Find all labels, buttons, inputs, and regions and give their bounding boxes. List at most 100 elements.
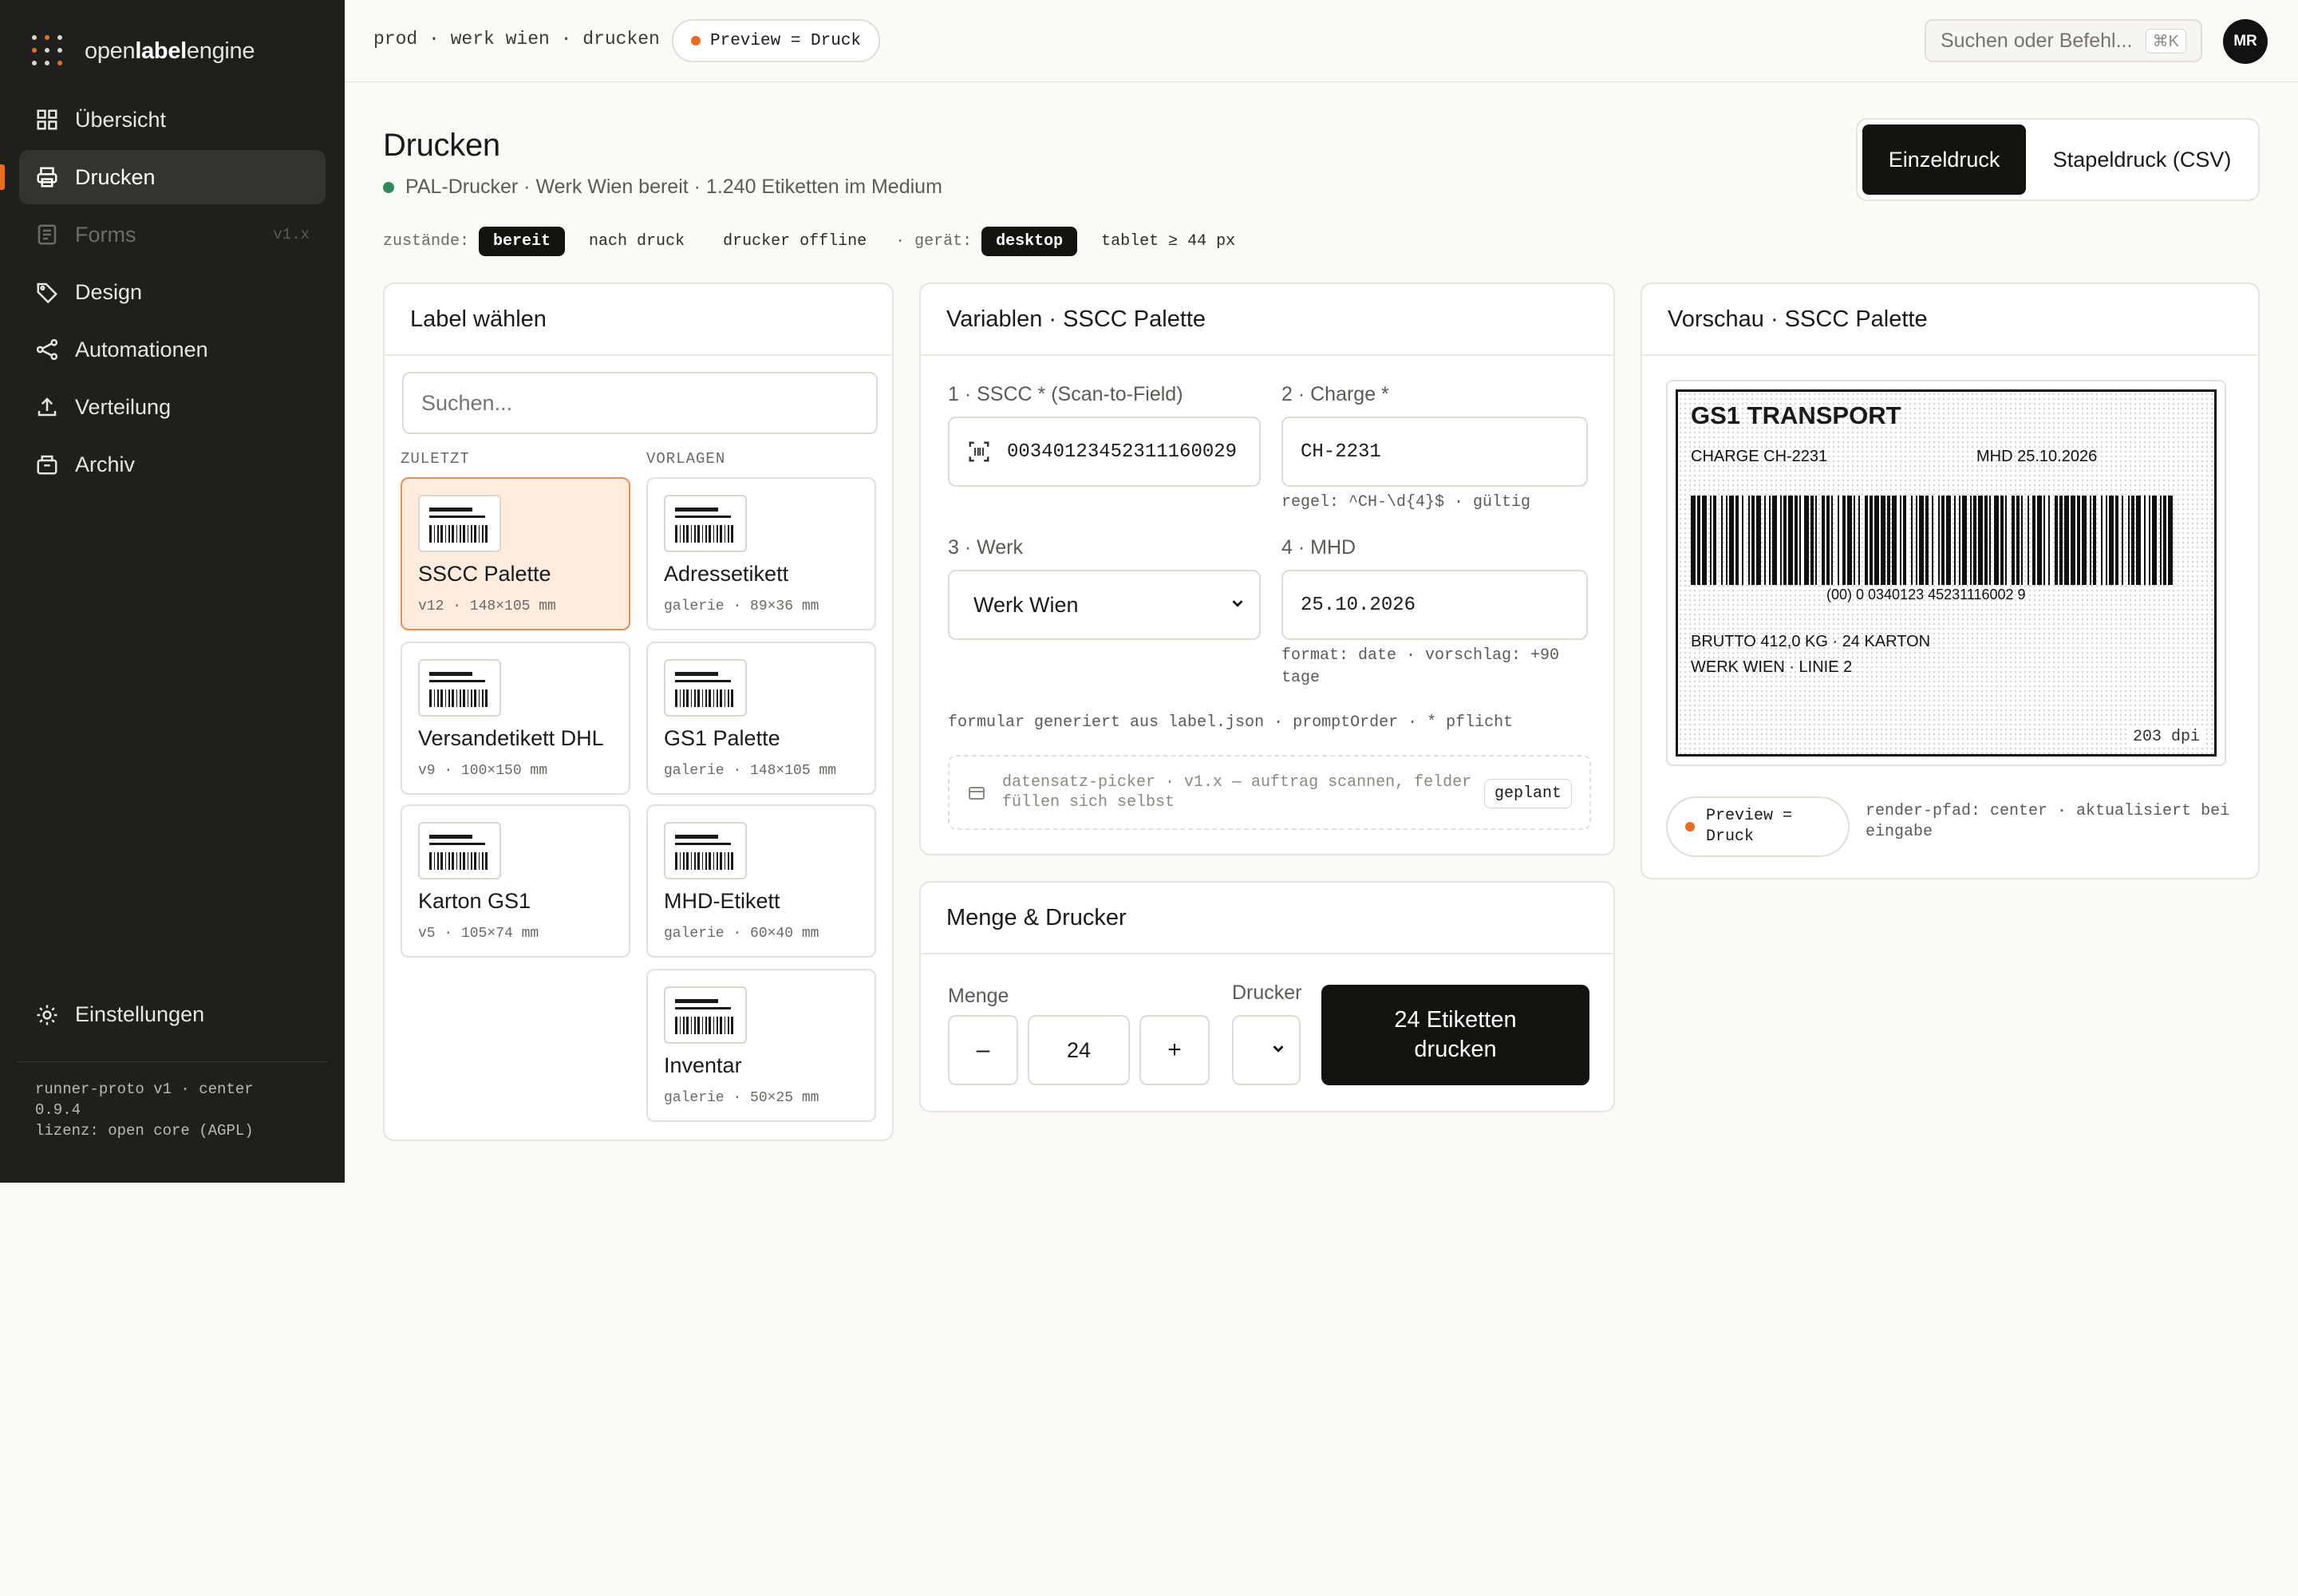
werk-value: Werk Wien [973, 592, 1079, 617]
sscc-value: 00340123452311160029 [1007, 440, 1238, 463]
label-search-input[interactable]: Suchen... [402, 372, 878, 434]
label-heading: GS1 TRANSPORT [1691, 401, 1901, 429]
archive-icon [35, 452, 59, 476]
device-tablet[interactable]: tablet ≥ 44 px [1087, 227, 1250, 256]
version-tag: v1.x [273, 226, 310, 243]
search-placeholder: Suchen... [421, 390, 513, 415]
state-nach-druck[interactable]: nach druck [574, 227, 699, 256]
settings-label: Einstellungen [75, 1002, 205, 1026]
avatar[interactable]: MR [2223, 19, 2268, 64]
label-meta: galerie · 148×105 mm [664, 763, 837, 779]
sidebar-item-archiv[interactable]: Archiv [19, 437, 326, 492]
mhd-hint: format: date · vorschlag: +90 tage [1281, 646, 1560, 687]
label-name: GS1 Palette [664, 726, 780, 750]
mhd-input[interactable]: 25.10.2026 [1281, 570, 1588, 640]
state-drucker-offline[interactable]: drucker offline [709, 227, 881, 256]
label-meta: galerie · 50×25 mm [664, 1090, 819, 1106]
label-name: Inventar [664, 1053, 742, 1077]
quantity-printer-card: Menge & Drucker Menge – 24 + Drucker 24 … [919, 881, 1615, 1112]
sidebar-item-uebersicht[interactable]: Übersicht [19, 93, 326, 147]
print-mode-toggle: Einzeldruck Stapeldruck (CSV) [1856, 118, 2260, 201]
decrease-button[interactable]: – [948, 1015, 1018, 1085]
label-thumbnail-icon [664, 822, 747, 879]
brand-logo[interactable]: openlabelengine [32, 35, 255, 67]
label-tile-versandetikett-dhl[interactable]: Versandetikett DHL v9 · 100×150 mm [401, 642, 630, 795]
form-note: formular generiert aus label.json · prom… [948, 713, 1514, 732]
device-desktop[interactable]: desktop [981, 227, 1078, 256]
label-name: Adressetikett [664, 562, 789, 586]
printer-status: PAL-Drucker · Werk Wien bereit · 1.240 E… [383, 176, 942, 199]
sidebar-item-drucken[interactable]: Drucken [0, 150, 326, 204]
werk-label: 3 · Werk [948, 536, 1023, 559]
tag-icon [35, 280, 59, 304]
charge-value: CH-2231 [1301, 440, 1381, 463]
label-tile-karton-gs1[interactable]: Karton GS1 v5 · 105×74 mm [401, 804, 630, 958]
page-title: Drucken [383, 128, 500, 163]
charge-input[interactable]: CH-2231 [1281, 417, 1588, 487]
label-canvas: GS1 TRANSPORT CHARGE CH-2231 MHD 25.10.2… [1676, 389, 2217, 757]
label-tile-inventar[interactable]: Inventar galerie · 50×25 mm [646, 969, 876, 1122]
state-switcher: zustände: bereit nach druck drucker offl… [383, 227, 1250, 256]
quantity-input[interactable]: 24 [1028, 1015, 1130, 1085]
label-thumbnail-icon [418, 495, 501, 552]
templates-header: VORLAGEN [646, 450, 726, 468]
breadcrumb: prod · werk wien · drucken [373, 29, 660, 49]
label-thumbnail-icon [664, 495, 747, 552]
mode-stapeldruck-button[interactable]: Stapeldruck (CSV) [2031, 124, 2253, 195]
card-title: Label wählen [385, 284, 892, 356]
print-button[interactable]: 24 Etiketten drucken [1321, 985, 1589, 1085]
planned-feature-box: datensatz-picker · v1.x — auftrag scanne… [948, 755, 1591, 830]
sidebar-divider [18, 1061, 327, 1062]
sidebar: openlabelengine Übersicht Drucken Forms … [0, 0, 345, 1183]
status-dot-icon [1685, 822, 1695, 832]
label-picker-card: Label wählen Suchen... ZULETZT VORLAGEN … [383, 282, 894, 1141]
sidebar-item-label: Design [75, 279, 143, 304]
increase-button[interactable]: + [1139, 1015, 1210, 1085]
sidebar-item-label: Archiv [75, 452, 136, 476]
sidebar-item-automationen[interactable]: Automationen [19, 322, 326, 377]
label-name: MHD-Etikett [664, 889, 780, 913]
sscc-input[interactable]: 00340123452311160029 [948, 417, 1261, 487]
sidebar-item-label: Automationen [75, 337, 208, 361]
printer-select[interactable] [1232, 1015, 1301, 1085]
form-icon [35, 223, 59, 247]
werk-select[interactable]: Werk Wien [948, 570, 1261, 640]
status-dot-icon [691, 36, 701, 45]
command-search-input[interactable]: Suchen oder Befehl... ⌘K [1925, 19, 2202, 62]
upload-icon [35, 395, 59, 419]
label-meta: galerie · 60×40 mm [664, 926, 819, 942]
sidebar-item-verteilung[interactable]: Verteilung [19, 380, 326, 434]
chevron-down-icon [1229, 593, 1246, 618]
grid-icon [35, 108, 59, 132]
sidebar-item-label: Forms [75, 222, 136, 247]
label-meta: v9 · 100×150 mm [418, 763, 548, 779]
search-placeholder: Suchen oder Befehl... [1941, 29, 2133, 52]
mode-einzeldruck-button[interactable]: Einzeldruck [1862, 124, 2027, 195]
preview-status-pill[interactable]: Preview = Druck [672, 19, 881, 62]
state-bereit[interactable]: bereit [479, 227, 566, 256]
chevron-down-icon [1269, 1037, 1287, 1064]
variables-card: Variablen · SSCC Palette 1 · SSCC * (Sca… [919, 282, 1615, 855]
sidebar-footer: runner-proto v1 · center 0.9.4 lizenz: o… [35, 1079, 306, 1141]
sscc-label: 1 · SSCC * (Scan-to-Field) [948, 383, 1183, 405]
planned-badge: geplant [1483, 779, 1572, 808]
label-thumbnail-icon [418, 822, 501, 879]
label-thumbnail-icon [664, 986, 747, 1044]
printer-status-text: PAL-Drucker · Werk Wien bereit · 1.240 E… [405, 176, 942, 198]
label-thumbnail-icon [664, 659, 747, 717]
sidebar-item-design[interactable]: Design [19, 265, 326, 319]
label-tile-gs1-palette[interactable]: GS1 Palette galerie · 148×105 mm [646, 642, 876, 795]
label-thumbnail-icon [418, 659, 501, 717]
topbar: prod · werk wien · drucken Preview = Dru… [345, 0, 2298, 82]
preview-status-pill[interactable]: Preview = Druck [1666, 796, 1850, 857]
sidebar-nav: Übersicht Drucken Forms v1.x Design Auto… [0, 93, 326, 495]
sidebar-item-einstellungen[interactable]: Einstellungen [35, 1002, 204, 1027]
label-name: Versandetikett DHL [418, 726, 604, 750]
menge-label: Menge [948, 985, 1009, 1007]
label-tile-sscc-palette[interactable]: SSCC Palette v12 · 148×105 mm [401, 477, 630, 630]
label-tile-mhd-etikett[interactable]: MHD-Etikett galerie · 60×40 mm [646, 804, 876, 958]
card-title: Variablen · SSCC Palette [921, 284, 1613, 356]
mhd-value: 25.10.2026 [1301, 594, 1416, 616]
gear-icon [35, 1003, 59, 1027]
label-tile-adressetikett[interactable]: Adressetikett galerie · 89×36 mm [646, 477, 876, 630]
